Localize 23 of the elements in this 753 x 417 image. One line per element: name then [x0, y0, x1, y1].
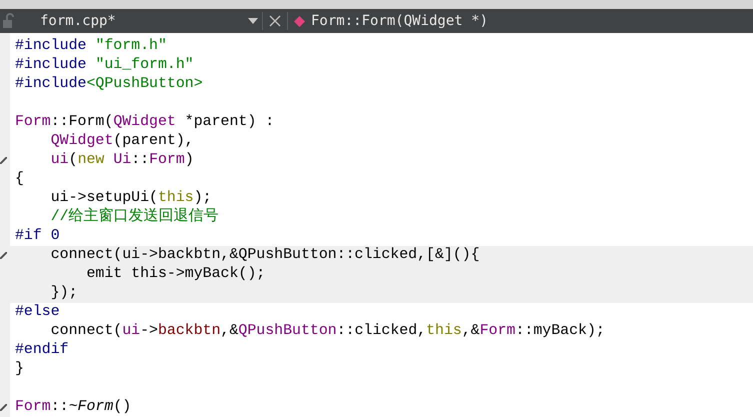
code-line: Form::Form(QWidget *parent) :: [14, 113, 276, 132]
code-line: Form::~Form(): [14, 398, 132, 417]
code-line: #include<QPushButton>: [14, 75, 204, 94]
dropdown-caret-icon[interactable]: [248, 18, 258, 24]
fold-marker-icon[interactable]: [0, 157, 7, 164]
symbol-selector[interactable]: Form::Form(QWidget *): [311, 13, 488, 29]
code-line: ui(new Ui::Form): [50, 151, 195, 170]
code-line: QWidget(parent),: [50, 132, 195, 151]
code-line: ui->setupUi(this);: [50, 189, 213, 207]
file-name[interactable]: form.cpp*: [40, 13, 240, 29]
code-line: #include "form.h": [14, 37, 168, 56]
code-line: //给主窗口发送回退信号: [50, 208, 220, 227]
code-line: }: [14, 360, 25, 379]
diamond-icon: [294, 16, 305, 26]
code-line: connect(ui->backbtn,&QPushButton::clicked,this,&Form::myBack);: [50, 322, 606, 341]
code-line: #include "ui_form.h": [14, 56, 195, 75]
code-line: #endif: [14, 341, 70, 360]
code-line: #else: [14, 303, 61, 322]
code-line: {: [14, 170, 25, 189]
code-line: #if 0: [14, 227, 61, 246]
fold-marker-icon[interactable]: [0, 404, 7, 411]
close-icon[interactable]: [269, 15, 281, 27]
fold-marker-icon[interactable]: [0, 252, 7, 259]
